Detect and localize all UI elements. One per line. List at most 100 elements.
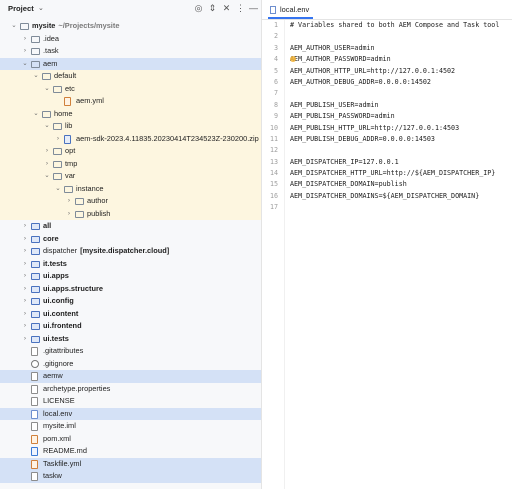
expand-all-icon[interactable]: ✕ bbox=[221, 3, 232, 14]
code-line[interactable]: 6 AEM_AUTHOR_DEBUG_ADDR=0.0.0.0:14502 bbox=[262, 77, 512, 88]
project-panel-title[interactable]: Project bbox=[8, 4, 34, 13]
tree-item[interactable]: ⌄ home bbox=[0, 107, 261, 121]
tree-item[interactable]: LICENSE bbox=[0, 395, 261, 408]
module-folder-icon bbox=[31, 298, 40, 305]
chevron-right-icon[interactable]: › bbox=[21, 308, 29, 321]
more-icon[interactable]: ⋮ bbox=[235, 3, 246, 14]
tree-item[interactable]: aem.yml bbox=[0, 95, 261, 108]
chevron-right-icon[interactable]: › bbox=[21, 258, 29, 271]
line-number: 5 bbox=[273, 66, 278, 75]
code-line[interactable]: 5 AEM_AUTHOR_HTTP_URL=http://127.0.0.1:45… bbox=[262, 66, 512, 77]
tree-item[interactable]: .gitattributes bbox=[0, 345, 261, 358]
tree-item[interactable]: README.md bbox=[0, 445, 261, 458]
tree-item-label: .idea bbox=[43, 33, 60, 43]
code-editor[interactable]: 1 # Variables shared to both AEM Compose … bbox=[262, 20, 512, 214]
collapse-all-icon[interactable]: ⇕ bbox=[207, 3, 218, 14]
code-line[interactable]: 9 AEM_PUBLISH_PASSWORD=admin bbox=[262, 111, 512, 122]
chevron-right-icon[interactable]: › bbox=[54, 133, 62, 146]
tree-item[interactable]: ⌄ default bbox=[0, 70, 261, 83]
tree-item[interactable]: ⌄ mysite ~/Projects/mysite bbox=[0, 20, 261, 33]
chevron-down-icon[interactable]: ⌄ bbox=[54, 183, 62, 196]
tree-item[interactable]: ⌄ aem bbox=[0, 57, 261, 71]
chevron-right-icon[interactable]: › bbox=[21, 333, 29, 346]
line-number: 14 bbox=[269, 169, 278, 178]
code-line[interactable]: 2 bbox=[262, 31, 512, 42]
chevron-down-icon[interactable]: ⌄ bbox=[32, 70, 40, 83]
code-line[interactable]: 8 AEM_PUBLISH_USER=admin bbox=[262, 100, 512, 111]
code-line[interactable]: 3 AEM_AUTHOR_USER=admin bbox=[262, 43, 512, 54]
tree-item[interactable]: ⌄ instance bbox=[0, 182, 261, 196]
tree-item[interactable]: › publish bbox=[0, 207, 261, 221]
tree-item[interactable]: ⌄ var bbox=[0, 170, 261, 183]
code-line[interactable]: 16 AEM_DISPATCHER_DOMAINS=${AEM_DISPATCHE… bbox=[262, 191, 512, 202]
tree-item[interactable]: archetype.properties bbox=[0, 383, 261, 396]
tree-item[interactable]: › ui.apps.structure bbox=[0, 283, 261, 296]
tree-item[interactable]: › it.tests bbox=[0, 258, 261, 271]
tree-item[interactable]: › author bbox=[0, 195, 261, 208]
chevron-right-icon[interactable]: › bbox=[21, 45, 29, 58]
minimize-icon[interactable]: — bbox=[248, 3, 259, 14]
code-line[interactable]: 10 AEM_PUBLISH_HTTP_URL=http://127.0.0.1:… bbox=[262, 123, 512, 134]
chevron-down-icon[interactable]: ⌄ bbox=[21, 58, 29, 71]
chevron-right-icon[interactable]: › bbox=[21, 283, 29, 296]
tree-item[interactable]: › core bbox=[0, 233, 261, 246]
tree-item[interactable]: .gitignore bbox=[0, 358, 261, 371]
chevron-down-icon[interactable]: ⌄ bbox=[43, 170, 51, 183]
tree-item[interactable]: › ui.tests bbox=[0, 333, 261, 346]
code-line[interactable]: 17 bbox=[262, 202, 512, 213]
code-line[interactable]: 7 bbox=[262, 88, 512, 99]
tab-local-env[interactable]: local.env bbox=[268, 0, 314, 19]
chevron-right-icon[interactable]: › bbox=[21, 295, 29, 308]
chevron-right-icon[interactable]: › bbox=[21, 245, 29, 258]
tree-item[interactable]: › ui.config bbox=[0, 295, 261, 308]
target-icon[interactable]: ◎ bbox=[193, 3, 204, 14]
tree-item[interactable]: mysite.iml bbox=[0, 420, 261, 433]
tree-item-label: LICENSE bbox=[43, 396, 75, 405]
chevron-right-icon[interactable]: › bbox=[21, 220, 29, 233]
code-line[interactable]: 14 AEM_DISPATCHER_HTTP_URL=http://${AEM_D… bbox=[262, 168, 512, 179]
code-line[interactable]: 15 AEM_DISPATCHER_DOMAIN=publish bbox=[262, 179, 512, 190]
chevron-right-icon[interactable]: › bbox=[43, 158, 51, 171]
chevron-right-icon[interactable]: › bbox=[21, 270, 29, 283]
chevron-right-icon[interactable]: › bbox=[43, 145, 51, 158]
tree-item[interactable]: aemw bbox=[0, 370, 261, 383]
chevron-right-icon[interactable]: › bbox=[21, 33, 29, 46]
code-line[interactable]: 12 bbox=[262, 145, 512, 156]
env-file-icon bbox=[270, 6, 276, 14]
lightbulb-icon[interactable] bbox=[290, 56, 296, 62]
code-line[interactable]: 11 AEM_PUBLISH_DEBUG_ADDR=0.0.0.0:14503 bbox=[262, 134, 512, 145]
chevron-down-icon[interactable]: ⌄ bbox=[43, 83, 51, 96]
line-number: 2 bbox=[273, 32, 278, 41]
chevron-right-icon[interactable]: › bbox=[21, 233, 29, 246]
tree-item[interactable]: › dispatcher [mysite.dispatcher.cloud] bbox=[0, 245, 261, 258]
chevron-right-icon[interactable]: › bbox=[21, 320, 29, 333]
tree-item[interactable]: › all bbox=[0, 220, 261, 233]
code-line[interactable]: 13 AEM_DISPATCHER_IP=127.0.0.1 bbox=[262, 157, 512, 168]
tree-item[interactable]: pom.xml bbox=[0, 433, 261, 446]
tree-item[interactable]: Taskfile.yml bbox=[0, 457, 261, 470]
tree-item[interactable]: › opt bbox=[0, 145, 261, 158]
chevron-down-icon[interactable]: ⌄ bbox=[38, 4, 44, 12]
tree-item-label: local.env bbox=[43, 408, 73, 418]
tree-item[interactable]: › ui.frontend bbox=[0, 320, 261, 333]
chevron-down-icon[interactable]: ⌄ bbox=[10, 20, 18, 33]
tree-item[interactable]: › .task bbox=[0, 45, 261, 58]
tree-item-label: ui.frontend bbox=[43, 321, 82, 330]
code-line[interactable]: 1 # Variables shared to both AEM Compose … bbox=[262, 20, 512, 31]
tree-item[interactable]: › ui.apps bbox=[0, 270, 261, 283]
tree-item[interactable]: › ui.content bbox=[0, 308, 261, 321]
tree-item[interactable]: › .idea bbox=[0, 33, 261, 46]
tree-item[interactable]: ⌄ lib bbox=[0, 120, 261, 133]
chevron-right-icon[interactable]: › bbox=[65, 195, 73, 208]
tree-item[interactable]: local.env bbox=[0, 407, 261, 420]
line-number: 1 bbox=[273, 21, 278, 29]
tree-item[interactable]: › tmp bbox=[0, 157, 261, 171]
chevron-down-icon[interactable]: ⌄ bbox=[32, 108, 40, 121]
chevron-right-icon[interactable]: › bbox=[65, 208, 73, 221]
code-line[interactable]: 4 AEM_AUTHOR_PASSWORD=admin bbox=[262, 54, 512, 65]
tree-item[interactable]: › aem-sdk-2023.4.11835.20230414T234523Z-2… bbox=[0, 132, 261, 146]
tree-item[interactable]: ⌄ etc bbox=[0, 82, 261, 96]
tree-item[interactable]: taskw bbox=[0, 470, 261, 483]
file-file-icon bbox=[31, 372, 38, 381]
chevron-down-icon[interactable]: ⌄ bbox=[43, 120, 51, 133]
